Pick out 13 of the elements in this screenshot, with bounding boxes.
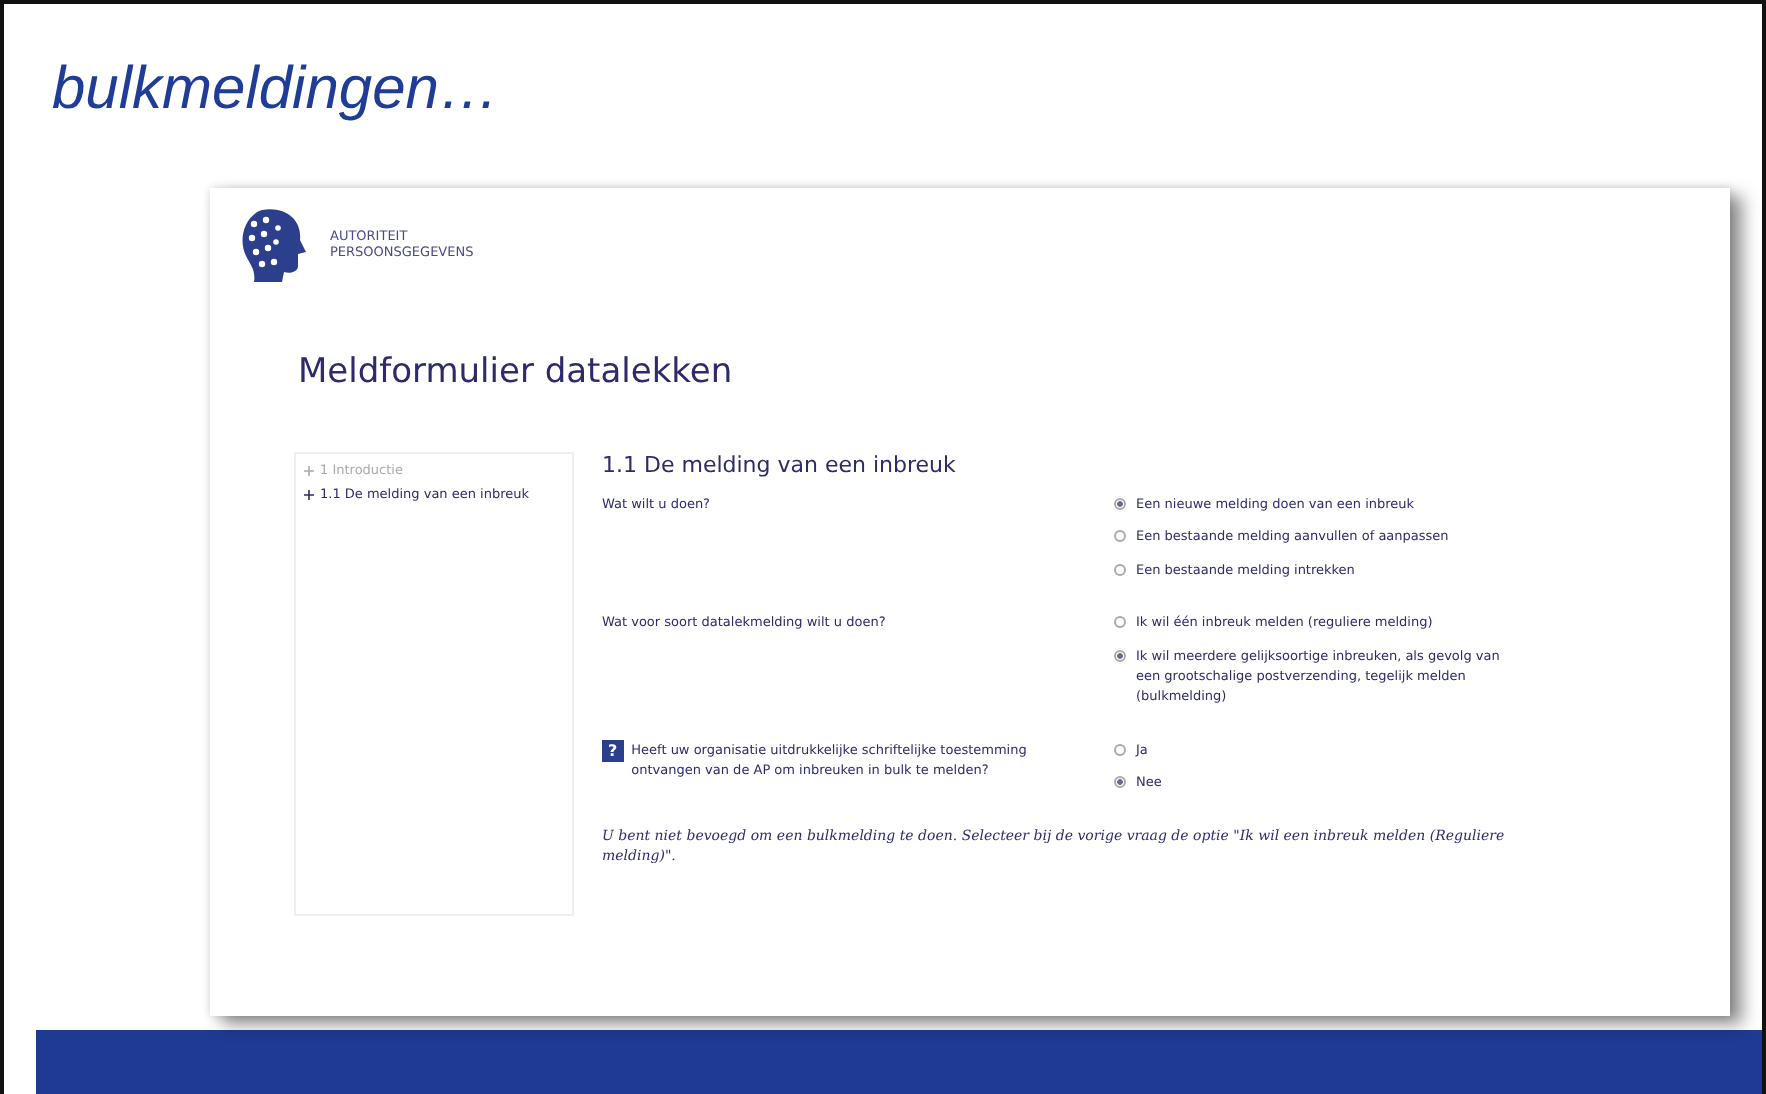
radio-button[interactable] — [1114, 743, 1126, 756]
plus-icon — [304, 489, 314, 499]
radio-button[interactable] — [1114, 563, 1126, 576]
section-title: 1.1 De melding van een inbreuk — [602, 452, 958, 478]
radio-button[interactable] — [1114, 616, 1126, 629]
help-badge[interactable]: ? — [602, 739, 624, 762]
radio-button[interactable] — [1114, 776, 1126, 789]
plus-icon — [304, 465, 314, 475]
radio-button[interactable] — [1114, 649, 1126, 662]
radio-button[interactable] — [1114, 530, 1126, 543]
form-title: Meldformulier datalekken — [298, 352, 735, 392]
radio-button[interactable] — [1114, 498, 1126, 510]
slide-title: bulkmeldingen… — [50, 54, 501, 126]
